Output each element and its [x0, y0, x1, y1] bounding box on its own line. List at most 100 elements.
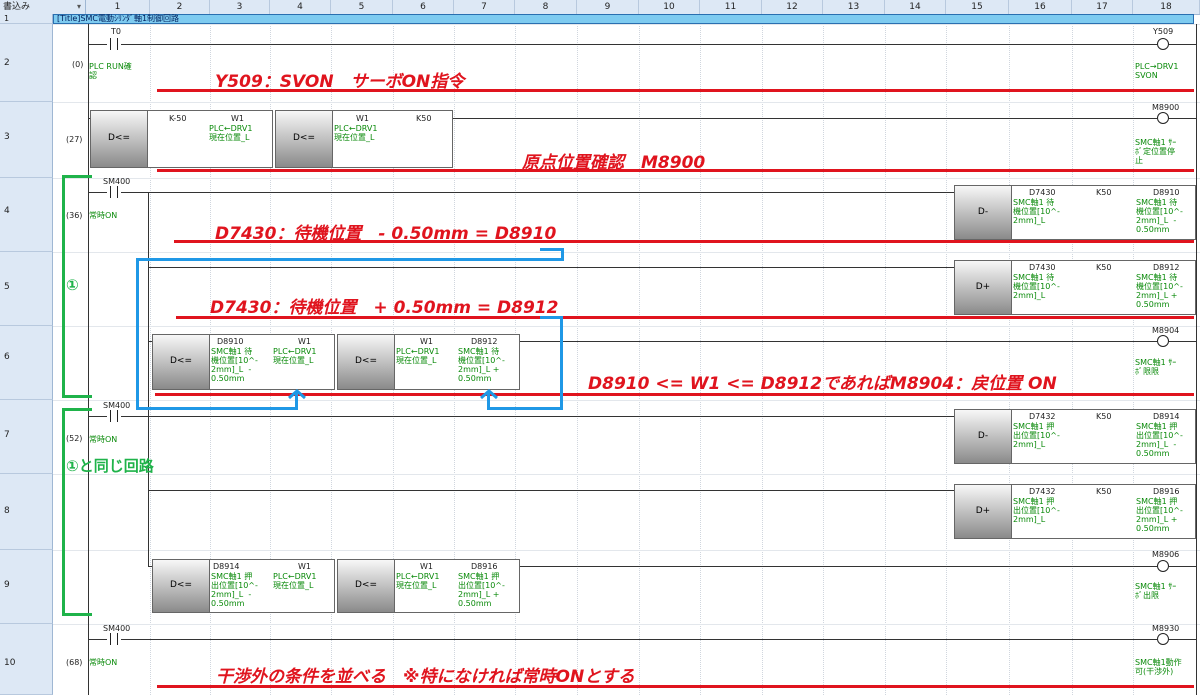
- coil-device: M8906: [1152, 550, 1180, 559]
- coil-device: M8900: [1152, 103, 1180, 112]
- row-number[interactable]: 3: [0, 102, 53, 178]
- column-number[interactable]: 1: [86, 0, 150, 14]
- contact-device: T0: [111, 27, 121, 36]
- row-number[interactable]: 10: [0, 624, 53, 695]
- step-number: (0): [72, 60, 84, 69]
- blue-connector: [136, 258, 564, 261]
- red-underline: [157, 89, 1194, 92]
- grid-row-line: [53, 326, 1200, 327]
- row-number[interactable]: 7: [0, 400, 53, 474]
- grid-row-line: [53, 178, 1200, 179]
- left-bus-bar: [88, 24, 89, 695]
- coil-comment: SMC軸1 ｻｰ ﾎﾞ定位置停 止: [1135, 138, 1177, 165]
- grid-column-line: [1133, 14, 1134, 695]
- contact-no[interactable]: [107, 633, 121, 645]
- compare-instruction-3[interactable]: D<= D8910 SMC軸1 待 機位置[10^- 2mm]_L - 0.50…: [152, 334, 335, 390]
- group-marker-1: ①: [66, 276, 79, 294]
- chevron-down-icon[interactable]: ▾: [77, 0, 81, 14]
- row-number[interactable]: 2: [0, 24, 53, 102]
- compare-instruction-5[interactable]: D<= D8914 SMC軸1 押 出位置[10^- 2mm]_L - 0.50…: [152, 559, 335, 613]
- row-number[interactable]: 1: [0, 14, 53, 24]
- column-number[interactable]: 6: [393, 0, 454, 14]
- grid-row-line: [53, 24, 1200, 25]
- contact-comment: 常時ON: [89, 211, 118, 220]
- grid-column-line: [762, 14, 763, 695]
- add-instruction[interactable]: D+ D7430 SMC軸1 待 機位置[10^- 2mm]_L K50 D89…: [954, 260, 1196, 315]
- contact-no[interactable]: [107, 38, 121, 50]
- column-number[interactable]: 10: [639, 0, 700, 14]
- column-number[interactable]: 15: [946, 0, 1009, 14]
- grid-row-line: [53, 400, 1200, 401]
- output-coil[interactable]: [1157, 112, 1169, 124]
- coil-comment: SMC軸1 ｻｰ ﾎﾞ限限: [1135, 358, 1177, 376]
- column-number[interactable]: 12: [762, 0, 823, 14]
- grid-column-line: [577, 14, 578, 695]
- grid-row-line: [53, 474, 1200, 475]
- output-coil[interactable]: [1157, 38, 1169, 50]
- column-number[interactable]: 18: [1133, 0, 1200, 14]
- output-coil[interactable]: [1157, 335, 1169, 347]
- column-number[interactable]: 14: [885, 0, 946, 14]
- step-number: (52): [66, 434, 83, 443]
- column-number[interactable]: 16: [1009, 0, 1072, 14]
- grid-column-line: [823, 14, 824, 695]
- blue-connector: [560, 316, 563, 410]
- column-number[interactable]: 5: [331, 0, 393, 14]
- annotation-d8912: D7430：待機位置 + 0.50mm = D8912: [210, 298, 559, 318]
- title-statement[interactable]: [Title]SMC電動ｼﾘﾝﾀﾞ軸1制御回路: [53, 14, 1194, 24]
- grid-column-line: [700, 14, 701, 695]
- red-underline: [157, 169, 1194, 172]
- grid-row-line: [53, 252, 1200, 253]
- contact-no[interactable]: [107, 410, 121, 422]
- column-number[interactable]: 4: [270, 0, 331, 14]
- contact-device: SM400: [103, 177, 131, 186]
- contact-device: SM400: [103, 401, 131, 410]
- annotation-interference: 干渉外の条件を並べる ※特になければ常時ONとする: [216, 667, 635, 687]
- contact-no[interactable]: [107, 186, 121, 198]
- output-coil[interactable]: [1157, 560, 1169, 572]
- row-number[interactable]: 4: [0, 178, 53, 252]
- grid-column-line: [946, 14, 947, 695]
- arrow-up-icon: [288, 389, 306, 400]
- compare-instruction-6[interactable]: D<= W1 PLC←DRV1 現在位置_L D8916 SMC軸1 押 出位置…: [337, 559, 520, 613]
- row-number[interactable]: 5: [0, 252, 53, 326]
- green-bracket: [62, 175, 92, 178]
- column-number[interactable]: 8: [515, 0, 577, 14]
- group-note-same-circuit: ①と同じ回路: [66, 457, 154, 475]
- add-instruction[interactable]: D+ D7432 SMC軸1 押 出位置[10^- 2mm]_L K50 D89…: [954, 484, 1196, 539]
- contact-comment: 常時ON: [89, 435, 118, 444]
- red-underline: [155, 393, 1194, 396]
- column-number[interactable]: 3: [210, 0, 270, 14]
- red-underline: [157, 685, 1194, 688]
- right-bus-bar: [1196, 24, 1197, 695]
- step-number: (68): [66, 658, 83, 667]
- sub-instruction[interactable]: D- D7430 SMC軸1 待 機位置[10^- 2mm]_L K50 D89…: [954, 185, 1196, 240]
- column-number[interactable]: 7: [454, 0, 515, 14]
- coil-comment: SMC軸1動作 可(干渉外): [1135, 658, 1182, 676]
- grid-row-line: [53, 624, 1200, 625]
- coil-device: M8904: [1152, 326, 1180, 335]
- compare-instruction-2[interactable]: D<= W1 K50 PLC←DRV1 現在位置_L: [275, 110, 453, 168]
- blue-connector: [540, 316, 562, 319]
- column-number[interactable]: 9: [577, 0, 639, 14]
- column-number[interactable]: 13: [823, 0, 885, 14]
- row-number[interactable]: 9: [0, 550, 53, 624]
- compare-instruction-1[interactable]: D<= K-50 W1 PLC←DRV1 現在位置_L: [90, 110, 273, 168]
- compare-instruction-4[interactable]: D<= W1 PLC←DRV1 現在位置_L D8912 SMC軸1 待 機位置…: [337, 334, 520, 390]
- coil-device: M8930: [1152, 624, 1180, 633]
- mode-select[interactable]: 書込み ▾: [0, 0, 86, 14]
- column-number[interactable]: 17: [1072, 0, 1133, 14]
- grid-column-line: [639, 14, 640, 695]
- output-coil[interactable]: [1157, 633, 1169, 645]
- annotation-m8904: D8910 <= W1 <= D8912であればM8904：戻位置 ON: [588, 374, 1057, 394]
- column-number[interactable]: 11: [700, 0, 762, 14]
- row-number[interactable]: 8: [0, 474, 53, 550]
- green-bracket: [62, 613, 92, 616]
- row-number[interactable]: 6: [0, 326, 53, 400]
- grid-column-line: [1009, 14, 1010, 695]
- red-underline: [174, 240, 1194, 243]
- green-bracket: [62, 408, 92, 411]
- column-number[interactable]: 2: [150, 0, 210, 14]
- sub-instruction[interactable]: D- D7432 SMC軸1 押 出位置[10^- 2mm]_L K50 D89…: [954, 409, 1196, 464]
- green-bracket: [62, 408, 65, 616]
